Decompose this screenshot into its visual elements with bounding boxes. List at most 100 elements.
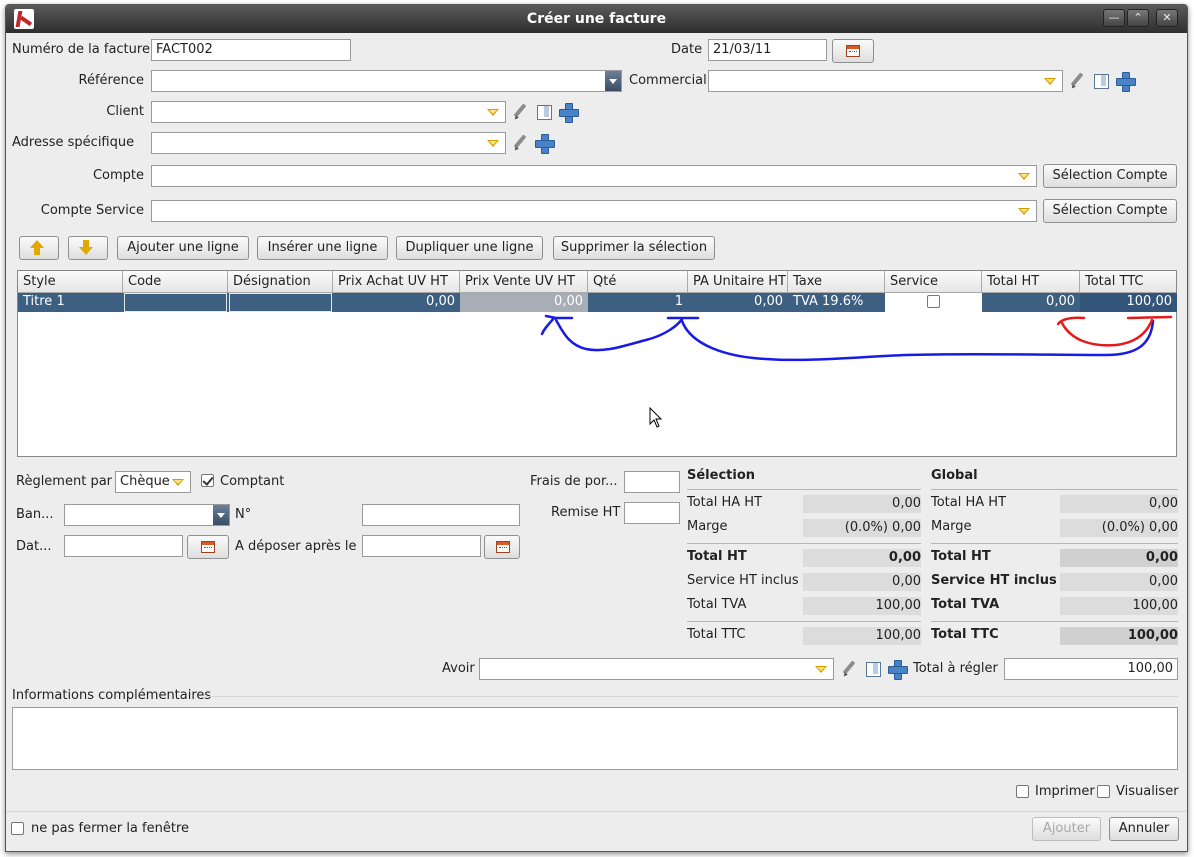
info-textarea[interactable]: [12, 707, 1178, 770]
keep-open-label: ne pas fermer la fenêtre: [31, 821, 189, 836]
add-line-button[interactable]: Ajouter une ligne: [117, 236, 249, 260]
comptant-label: Comptant: [220, 474, 285, 489]
reference-dropdown-icon[interactable]: [605, 71, 621, 91]
duplicate-line-button[interactable]: Dupliquer une ligne: [396, 236, 543, 260]
chevron-down-icon: [1018, 173, 1030, 180]
detail-icon[interactable]: [1092, 72, 1110, 90]
global-ttc-label: Total TTC: [931, 627, 999, 642]
plus-icon[interactable]: [559, 103, 579, 123]
insert-line-button[interactable]: Insérer une ligne: [257, 236, 388, 260]
remise-field[interactable]: [624, 502, 680, 524]
keep-open-checkbox[interactable]: [11, 822, 24, 835]
comptant-checkbox[interactable]: [201, 474, 214, 487]
delete-selection-button[interactable]: Supprimer la sélection: [553, 236, 715, 260]
preview-checkbox[interactable]: [1097, 785, 1110, 798]
deposer-label: A déposer après le: [235, 539, 357, 554]
column-header[interactable]: Style: [18, 271, 123, 292]
selection-total-ha-label: Total HA HT: [687, 495, 763, 510]
pencil-icon[interactable]: [840, 660, 858, 678]
cell-style[interactable]: Titre 1: [18, 293, 123, 312]
selection-ttc-value: 100,00: [803, 627, 921, 645]
frais-field[interactable]: [624, 471, 680, 493]
plus-icon[interactable]: [1116, 72, 1136, 92]
address-combo[interactable]: [151, 132, 506, 154]
banque-combo[interactable]: [64, 504, 230, 526]
cell-designation[interactable]: [229, 293, 332, 312]
title-bar[interactable]: Créer une facture — ⌃ ✕: [6, 5, 1187, 33]
cell-code[interactable]: [124, 293, 227, 312]
pencil-icon[interactable]: [1068, 72, 1086, 90]
deposer-picker-button[interactable]: [484, 535, 520, 559]
column-header[interactable]: Service: [885, 271, 982, 292]
column-header[interactable]: Qté: [588, 271, 688, 292]
remise-label: Remise HT: [551, 505, 621, 520]
total-a-regler-label: Total à régler: [913, 661, 998, 676]
pencil-icon[interactable]: [511, 103, 529, 121]
maximize-button[interactable]: ⌃: [1127, 9, 1149, 27]
cell-prix-vente[interactable]: 0,00: [460, 293, 588, 312]
total-a-regler-field[interactable]: 100,00: [1004, 658, 1178, 680]
detail-icon[interactable]: [864, 660, 882, 678]
selection-total-ht-value: 0,00: [803, 549, 921, 567]
cell-prix-achat[interactable]: 0,00: [333, 293, 460, 312]
preview-label: Visualiser: [1116, 784, 1179, 799]
invoice-number-field[interactable]: FACT002: [151, 39, 351, 61]
selection-ttc-label: Total TTC: [687, 627, 746, 642]
info-label: Informations complémentaires: [12, 688, 212, 703]
selection-total-ht-label: Total HT: [687, 549, 747, 564]
column-header[interactable]: Code: [123, 271, 228, 292]
add-button[interactable]: Ajouter: [1032, 817, 1101, 841]
move-up-button[interactable]: [19, 236, 59, 260]
selection-service-value: 0,00: [803, 573, 921, 591]
column-header[interactable]: Prix Vente UV HT: [460, 271, 588, 292]
banque-dropdown-icon[interactable]: [213, 505, 229, 525]
selection-service-label: Service HT inclus: [687, 573, 799, 588]
service-account-combo[interactable]: [151, 200, 1037, 222]
global-marge-label: Marge: [931, 519, 972, 534]
commercial-combo[interactable]: [708, 70, 1063, 92]
cell-total-ht[interactable]: 0,00: [982, 293, 1080, 312]
pencil-icon[interactable]: [511, 134, 529, 152]
global-total-ht-value: 0,00: [1060, 549, 1178, 567]
deposer-field[interactable]: [362, 535, 481, 557]
reference-combo[interactable]: [151, 70, 622, 92]
plus-icon[interactable]: [888, 660, 908, 680]
detail-icon[interactable]: [535, 103, 553, 121]
cell-taxe[interactable]: TVA 19.6%: [788, 293, 885, 312]
plus-icon[interactable]: [535, 134, 555, 154]
date-picker-button[interactable]: [832, 39, 874, 63]
invoice-lines-table[interactable]: Style Code Désignation Prix Achat UV HT …: [17, 270, 1177, 457]
calendar-icon: [496, 541, 510, 553]
selection-marge-value: (0.0%) 0,00: [803, 519, 921, 537]
account-select-button[interactable]: Sélection Compte: [1043, 164, 1177, 188]
divider: [931, 489, 1178, 490]
divider: [6, 811, 1187, 812]
avoir-combo[interactable]: [479, 658, 834, 680]
cancel-button[interactable]: Annuler: [1109, 817, 1179, 841]
minimize-button[interactable]: —: [1103, 9, 1125, 27]
service-checkbox[interactable]: [927, 295, 940, 308]
column-header[interactable]: Désignation: [228, 271, 333, 292]
date-payment-field[interactable]: [64, 535, 183, 557]
chevron-down-icon: [1018, 208, 1030, 215]
date-payment-picker-button[interactable]: [187, 535, 229, 559]
numero-field[interactable]: [362, 504, 520, 526]
reglement-combo[interactable]: Chèque: [115, 471, 191, 493]
cell-pa-unitaire[interactable]: 0,00: [688, 293, 788, 312]
service-account-select-button[interactable]: Sélection Compte: [1043, 199, 1177, 223]
print-checkbox[interactable]: [1016, 785, 1029, 798]
column-header[interactable]: PA Unitaire HT: [688, 271, 788, 292]
date-field[interactable]: 21/03/11: [708, 39, 827, 61]
move-down-button[interactable]: [68, 236, 108, 260]
table-row[interactable]: Titre 1 0,00 0,00 1 0,00 TVA 19.6% 0,00 …: [18, 293, 1177, 312]
account-combo[interactable]: [151, 165, 1037, 187]
column-header[interactable]: Taxe: [788, 271, 885, 292]
column-header[interactable]: Total HT: [982, 271, 1080, 292]
close-button[interactable]: ✕: [1156, 9, 1178, 27]
cell-qte[interactable]: 1: [588, 293, 688, 312]
cell-service[interactable]: [885, 293, 982, 312]
column-header[interactable]: Prix Achat UV HT: [333, 271, 460, 292]
cell-total-ttc[interactable]: 100,00: [1080, 293, 1177, 312]
client-combo[interactable]: [151, 101, 506, 123]
column-header[interactable]: Total TTC: [1080, 271, 1176, 292]
